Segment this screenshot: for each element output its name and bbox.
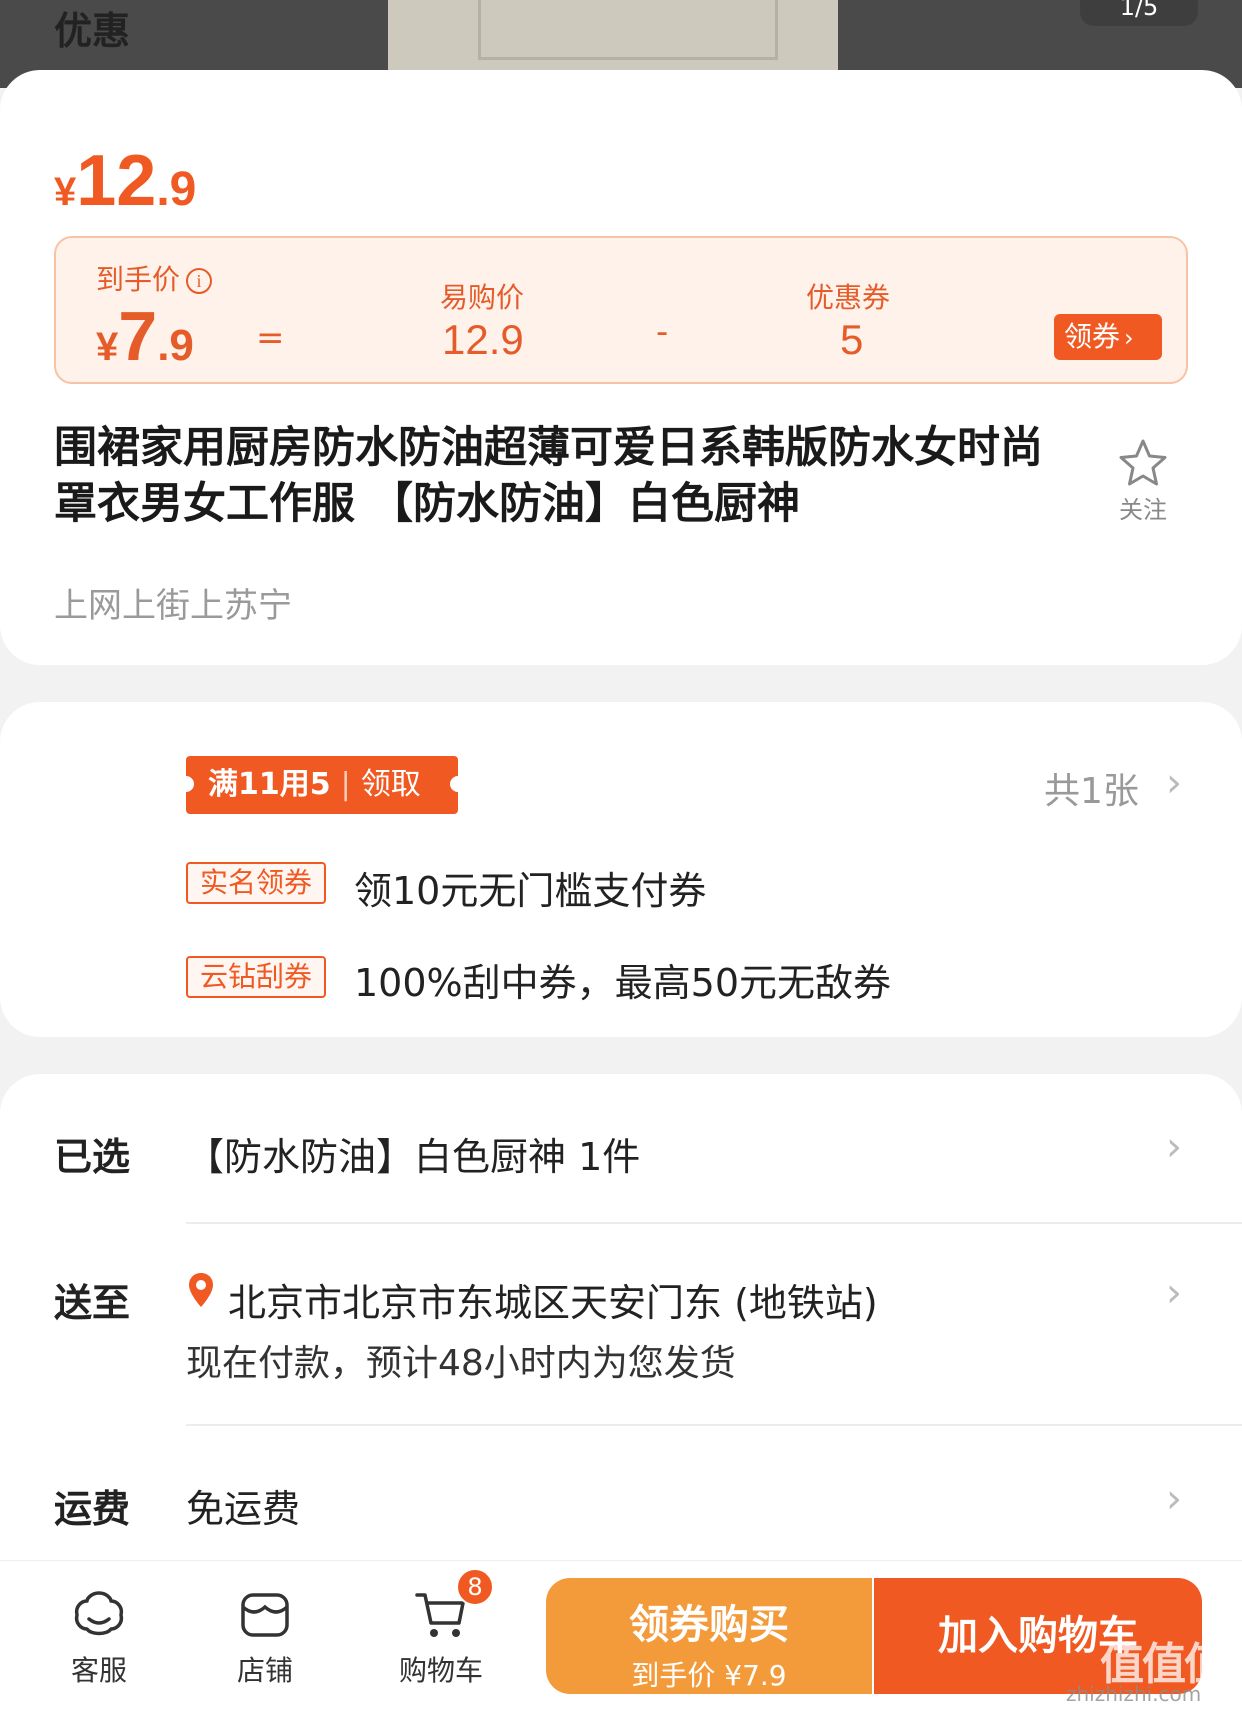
final-price-label: 到手价 bbox=[96, 263, 181, 296]
price-currency: ¥ bbox=[54, 170, 77, 214]
price-integer: 12 bbox=[76, 141, 157, 221]
minus-sign: - bbox=[656, 312, 669, 352]
promo-tag-scratch: 云钻刮券 bbox=[186, 956, 327, 998]
customer-service-label: 客服 bbox=[70, 1654, 127, 1687]
follow-label: 关注 bbox=[1119, 496, 1167, 524]
current-price: ¥12.9 bbox=[54, 140, 196, 222]
coupon-buy-label: 领券购买 bbox=[629, 1602, 789, 1648]
chevron-right-icon[interactable]: › bbox=[1166, 1270, 1182, 1316]
gallery-indicator: 1/5 bbox=[1080, 0, 1198, 26]
cart-label: 购物车 bbox=[398, 1654, 483, 1687]
final-price-label-row[interactable]: 到手价 i bbox=[96, 258, 213, 298]
coupon-separator: | bbox=[340, 767, 351, 802]
delivery-estimate: 现在付款，预计48小时内为您发货 bbox=[186, 1343, 736, 1384]
location-pin-icon bbox=[189, 1273, 213, 1307]
final-price-integer: 7 bbox=[118, 297, 158, 375]
customer-service-button[interactable]: 客服 bbox=[44, 1589, 154, 1689]
delivery-address[interactable]: 北京市北京市东城区天安门东 (地铁站) bbox=[228, 1272, 878, 1327]
store-slogan: 上网上街上苏宁 bbox=[54, 586, 292, 626]
final-price-value: ¥7.9 bbox=[96, 296, 194, 376]
star-icon bbox=[1119, 439, 1167, 486]
chevron-right-icon[interactable]: › bbox=[1166, 1476, 1182, 1522]
product-title: 围裙家用厨房防水防油超薄可爱日系韩版防水女时尚罩衣男女工作服 【防水防油】白色厨… bbox=[54, 423, 1043, 529]
coupon-count[interactable]: 共1张 bbox=[1044, 762, 1139, 814]
yigou-price-label: 易购价 bbox=[440, 281, 525, 314]
shop-icon bbox=[241, 1593, 289, 1637]
customer-service-icon bbox=[74, 1591, 124, 1636]
get-coupon-label: 领券 bbox=[1064, 320, 1121, 353]
selected-label: 已选 bbox=[54, 1135, 131, 1179]
promo-text-scratch[interactable]: 100%刮中券，最高50元无敌券 bbox=[354, 952, 891, 1007]
product-image-detail bbox=[478, 0, 778, 60]
yigou-price-value: 12.9 bbox=[442, 316, 524, 363]
final-price-currency: ¥ bbox=[96, 325, 119, 369]
shipping-label: 运费 bbox=[54, 1487, 131, 1531]
main-coupon-text: 满11用5 bbox=[208, 767, 331, 802]
final-price-decimal: .9 bbox=[157, 321, 194, 370]
final-price-breakdown: 到手价 i ¥7.9 = 易购价 12.9 - 优惠券 5 领券 › bbox=[54, 236, 1188, 384]
shop-button[interactable]: 店铺 bbox=[210, 1589, 320, 1689]
info-icon[interactable]: i bbox=[186, 268, 213, 294]
watermark-url: zhizhizhi.com bbox=[1066, 1682, 1202, 1706]
shipping-value[interactable]: 免运费 bbox=[186, 1478, 300, 1533]
equals-sign: = bbox=[256, 318, 285, 358]
chevron-right-icon: › bbox=[1124, 324, 1134, 352]
coupon-claim-label: 领取 bbox=[360, 767, 421, 802]
divider bbox=[186, 1222, 1242, 1224]
coupon-label: 优惠券 bbox=[806, 281, 891, 314]
coupon-buy-price: 到手价 ¥7.9 bbox=[631, 1659, 787, 1692]
promotions-label: 优惠 bbox=[54, 9, 131, 53]
cart-count-badge: 8 bbox=[456, 1568, 494, 1606]
selected-value[interactable]: 【防水防油】白色厨神 1件 bbox=[186, 1126, 640, 1181]
delivery-label: 送至 bbox=[54, 1281, 131, 1325]
promo-tag-realname: 实名领券 bbox=[186, 862, 327, 904]
chevron-right-icon[interactable]: › bbox=[1166, 1124, 1182, 1170]
coupon-value: 5 bbox=[840, 316, 864, 363]
shop-label: 店铺 bbox=[236, 1654, 293, 1687]
main-coupon-button[interactable]: 满11用5 | 领取 bbox=[178, 756, 466, 814]
follow-button[interactable]: 关注 bbox=[1110, 438, 1176, 525]
get-coupon-button[interactable]: 领券 › bbox=[1054, 314, 1162, 360]
coupon-buy-button[interactable]: 领券购买 到手价 ¥7.9 bbox=[546, 1578, 872, 1694]
divider bbox=[186, 1424, 1242, 1426]
promo-text-realname[interactable]: 领10元无门槛支付券 bbox=[354, 860, 706, 915]
price-decimal: .9 bbox=[156, 163, 197, 216]
chevron-right-icon[interactable]: › bbox=[1166, 760, 1182, 806]
